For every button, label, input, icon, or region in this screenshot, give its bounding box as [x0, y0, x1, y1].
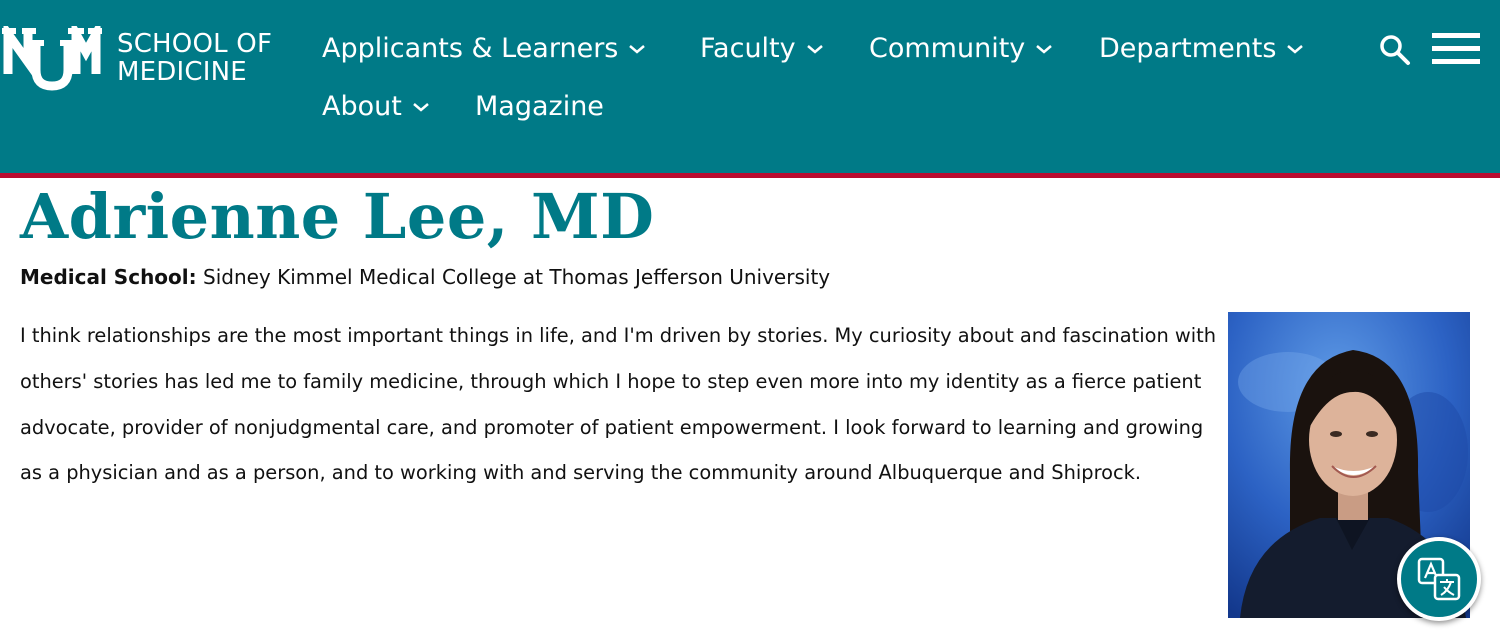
nav-label: About [322, 91, 402, 122]
medical-school-line: Medical School: Sidney Kimmel Medical Co… [20, 262, 830, 292]
nav-label: Departments [1099, 33, 1277, 64]
school-logo-link[interactable]: SCHOOL OF MEDICINE [2, 26, 292, 96]
logo-line-2: MEDICINE [117, 57, 247, 87]
chevron-down-icon [413, 103, 429, 112]
site-header: SCHOOL OF MEDICINE Applicants & Learners… [0, 0, 1500, 173]
nav-applicants-learners[interactable]: Applicants & Learners [322, 31, 646, 67]
nav-label: Community [869, 33, 1026, 64]
header-divider [0, 173, 1500, 178]
medical-school-label: Medical School: [20, 265, 197, 289]
menu-button[interactable] [1432, 31, 1480, 67]
nav-label: Magazine [475, 91, 604, 122]
nav-magazine[interactable]: Magazine [475, 89, 604, 125]
nav-about[interactable]: About [322, 89, 430, 125]
nav-departments[interactable]: Departments [1099, 31, 1304, 67]
nav-faculty[interactable]: Faculty [700, 31, 824, 67]
logo-line-1: SCHOOL OF [117, 29, 273, 59]
search-button[interactable] [1378, 33, 1412, 67]
hamburger-menu-icon [1432, 33, 1480, 64]
search-icon [1380, 35, 1410, 65]
chevron-down-icon [1287, 45, 1304, 54]
logo-wordmark: SCHOOL OF MEDICINE [117, 30, 307, 86]
nav-label: Faculty [700, 33, 796, 64]
chevron-down-icon [629, 45, 646, 54]
medical-school-value: Sidney Kimmel Medical College at Thomas … [196, 265, 831, 289]
translate-button[interactable] [1397, 537, 1481, 621]
chevron-down-icon [1036, 45, 1053, 54]
bio-paragraph: I think relationships are the most impor… [20, 324, 1217, 485]
nav-label: Applicants & Learners [322, 33, 619, 64]
page-title: Adrienne Lee, MD [20, 180, 655, 253]
unm-logo-icon [2, 26, 102, 91]
nav-community[interactable]: Community [869, 31, 1053, 67]
chevron-down-icon [806, 45, 823, 54]
translate-icon [1417, 557, 1461, 601]
